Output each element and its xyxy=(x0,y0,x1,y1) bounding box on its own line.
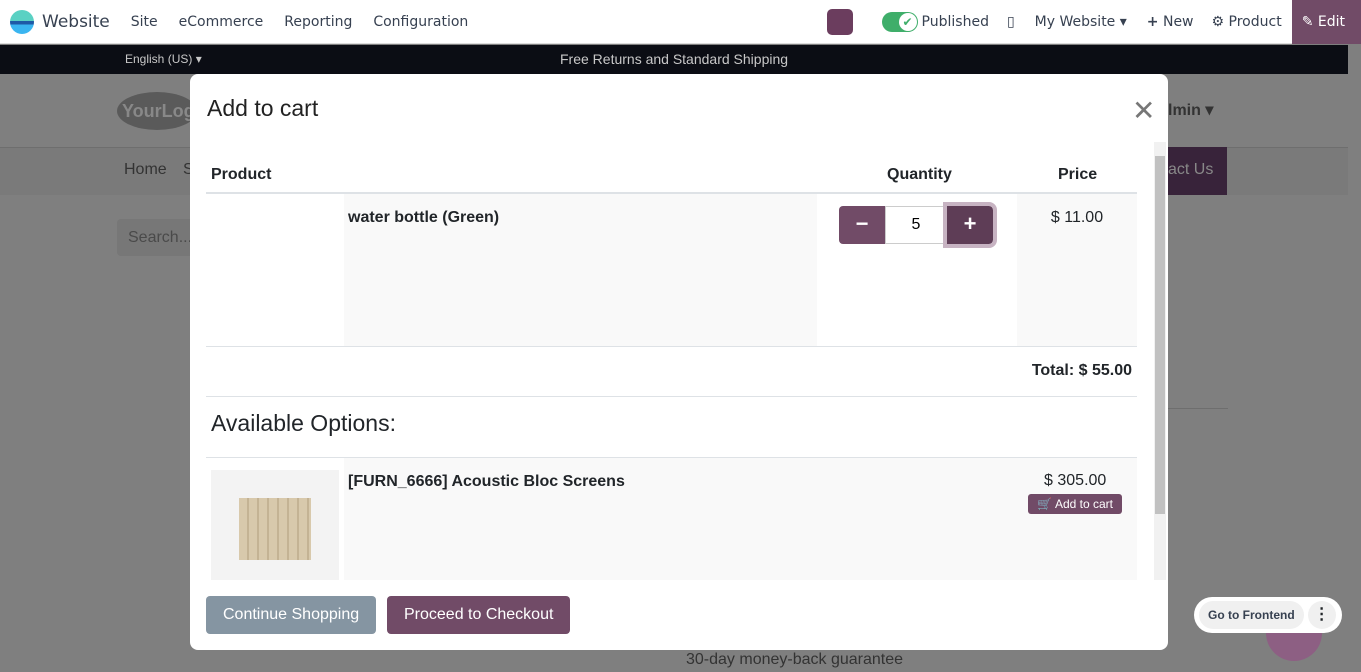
avatar[interactable] xyxy=(826,9,853,35)
cart-icon: 🛒 xyxy=(1037,497,1053,511)
option-price: $ 305.00 xyxy=(1044,472,1107,489)
search-placeholder: Search... xyxy=(128,229,193,246)
published-label: Published xyxy=(921,14,989,30)
header-price: Price xyxy=(1058,166,1098,183)
price-cell: $ 11.00 xyxy=(1017,194,1137,346)
site-nav-home[interactable]: Home xyxy=(124,161,167,179)
contact-us-button[interactable]: act Us xyxy=(1168,147,1227,195)
quantity-input[interactable] xyxy=(885,206,947,244)
user-menu[interactable]: lmin ▾ xyxy=(1168,100,1213,120)
product-label: Product xyxy=(1228,14,1282,30)
menu-site[interactable]: Site xyxy=(131,14,158,30)
product-price: $ 11.00 xyxy=(1050,209,1104,226)
contact-label: act Us xyxy=(1168,161,1214,178)
close-icon[interactable]: ✕ xyxy=(1132,94,1155,127)
language-selector[interactable]: English (US) ▾ xyxy=(125,52,202,66)
frontend-widget: Go to Frontend ⋮ xyxy=(1194,597,1342,633)
more-options-icon[interactable]: ⋮ xyxy=(1307,601,1336,629)
divider xyxy=(206,346,1137,347)
scrollbar-thumb[interactable] xyxy=(1155,156,1165,514)
quantity-stepper: − + xyxy=(839,202,997,248)
product-name: water bottle (Green) xyxy=(348,209,500,226)
divider xyxy=(1168,408,1228,409)
available-options-title: Available Options: xyxy=(211,410,396,436)
new-button[interactable]: + New xyxy=(1147,14,1194,30)
language-label: English (US) xyxy=(125,52,193,66)
decrease-quantity-button[interactable]: − xyxy=(839,206,885,244)
brand-label: Website xyxy=(42,11,110,32)
check-icon: ✔ xyxy=(898,13,917,31)
product-cell: water bottle (Green) xyxy=(344,194,817,346)
option-add-to-cart-button[interactable]: 🛒 Add to cart xyxy=(1028,494,1122,514)
website-logo-icon xyxy=(10,9,34,34)
add-to-cart-modal: Add to cart ✕ Product Quantity Price wat… xyxy=(190,74,1168,650)
gear-icon: ⚙ xyxy=(1211,14,1225,30)
announcement-bar: English (US) ▾ Free Returns and Standard… xyxy=(0,45,1348,74)
menu-configuration[interactable]: Configuration xyxy=(373,14,468,30)
menu-reporting[interactable]: Reporting xyxy=(284,14,352,30)
product-button[interactable]: ⚙ Product xyxy=(1212,14,1282,30)
user-label: lmin xyxy=(1168,102,1201,119)
option-row: [FURN_6666] Acoustic Bloc Screens $ 305.… xyxy=(344,458,1137,580)
new-label: New xyxy=(1162,14,1194,30)
edit-button[interactable]: ✎ Edit xyxy=(1291,0,1361,44)
option-name: [FURN_6666] Acoustic Bloc Screens xyxy=(348,473,625,490)
proceed-to-checkout-button[interactable]: Proceed to Checkout xyxy=(387,596,571,634)
edit-label: Edit xyxy=(1317,14,1345,30)
modal-scrollbar[interactable] xyxy=(1154,142,1166,580)
header-product: Product xyxy=(211,166,272,183)
modal-title: Add to cart xyxy=(207,95,319,121)
site-logo[interactable]: YourLogo xyxy=(117,92,206,130)
modal-body: Product Quantity Price water bottle (Gre… xyxy=(206,142,1137,580)
increase-quantity-button[interactable]: + xyxy=(943,202,997,248)
menu-ecommerce[interactable]: eCommerce xyxy=(179,14,264,30)
total-price: Total: $ 55.00 xyxy=(1031,362,1132,379)
my-website-dropdown[interactable]: My Website ▾ xyxy=(1035,14,1127,30)
pencil-icon: ✎ xyxy=(1301,14,1314,30)
mobile-preview-icon[interactable]: ▯ xyxy=(1007,14,1015,30)
published-toggle[interactable]: ✔ xyxy=(881,12,918,32)
continue-shopping-button[interactable]: Continue Shopping xyxy=(206,596,377,634)
divider xyxy=(206,396,1137,397)
header-quantity: Quantity xyxy=(887,166,952,183)
go-to-frontend-button[interactable]: Go to Frontend xyxy=(1199,601,1304,629)
option-product-image xyxy=(211,470,339,580)
acoustic-screen-image xyxy=(239,498,311,560)
add-to-cart-label: Add to cart xyxy=(1054,497,1113,511)
app-brand[interactable]: Website xyxy=(10,9,110,34)
top-navbar: Website Site eCommerce Reporting Configu… xyxy=(0,0,1361,44)
guarantee-text: 30-day money-back guarantee xyxy=(686,651,904,668)
my-website-label: My Website xyxy=(1034,14,1116,30)
announcement-text: Free Returns and Standard Shipping xyxy=(560,51,789,67)
